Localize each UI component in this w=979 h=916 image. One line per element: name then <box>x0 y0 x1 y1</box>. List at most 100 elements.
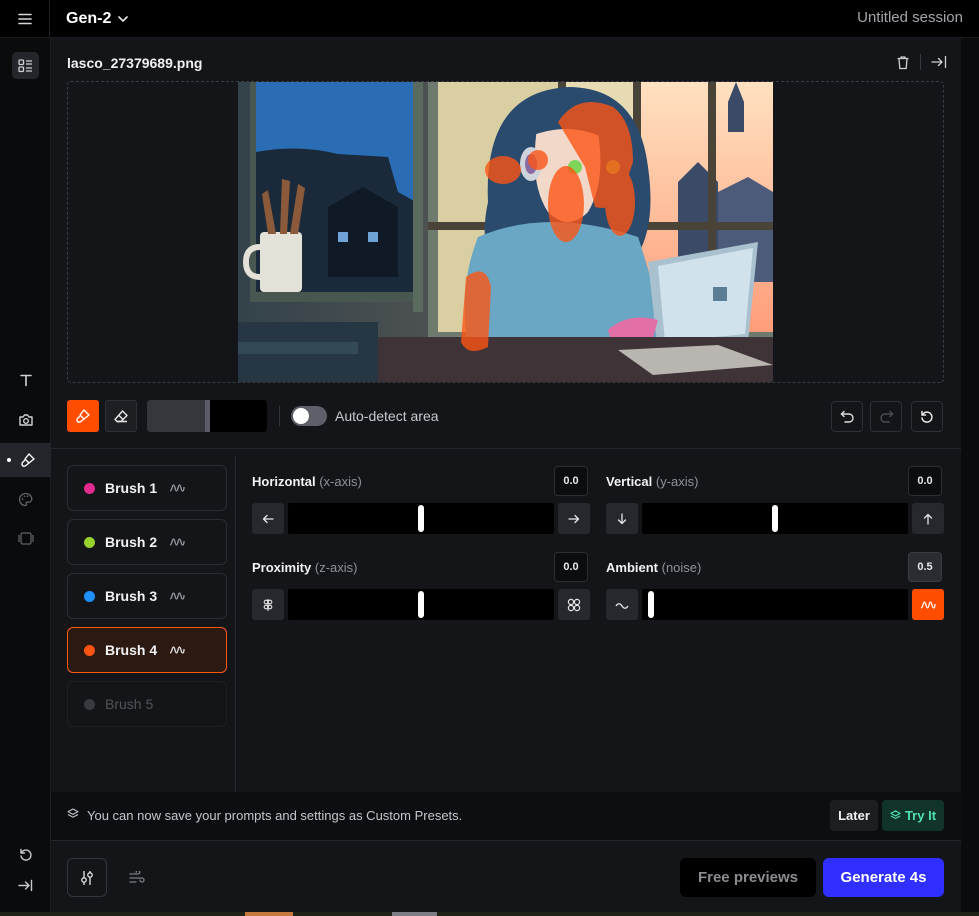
brush-item-4[interactable]: Brush 4 <box>67 627 227 673</box>
file-actions <box>896 54 947 70</box>
undo-button[interactable] <box>831 401 863 432</box>
brush-size-fill <box>147 400 207 432</box>
model-selector[interactable]: Gen-2 <box>66 10 129 28</box>
horizontal-slider[interactable] <box>288 503 554 534</box>
vertical-value-input[interactable]: 0.0 <box>908 466 942 496</box>
expand-circles-icon <box>567 598 581 611</box>
shrink-circles-icon <box>263 598 273 611</box>
active-indicator <box>7 458 11 462</box>
source-image[interactable] <box>238 82 773 382</box>
anime-girl-laptop-illustration <box>238 82 773 382</box>
brush-icon <box>20 453 35 467</box>
slider-thumb[interactable] <box>418 591 424 618</box>
undo-icon <box>840 410 854 423</box>
later-button[interactable]: Later <box>830 800 878 831</box>
divider <box>51 840 961 841</box>
notice-text: You can now save your prompts and settin… <box>87 808 463 823</box>
low-noise-button[interactable] <box>606 589 638 620</box>
layers-tool-button[interactable] <box>12 525 39 552</box>
auto-detect-label: Auto-detect area <box>335 408 439 424</box>
slider-thumb[interactable] <box>772 505 778 532</box>
toggle-knob <box>293 408 309 424</box>
hamburger-icon <box>17 13 32 24</box>
try-it-button[interactable]: Try It <box>882 800 944 831</box>
divider <box>51 448 961 449</box>
collapse-panel-icon[interactable] <box>931 55 947 69</box>
reset-rail-button[interactable] <box>12 841 39 868</box>
motion-wave-icon <box>169 644 185 656</box>
brush-size-handle[interactable] <box>205 400 210 432</box>
camera-tool-button[interactable] <box>12 406 39 433</box>
try-it-label: Try It <box>904 808 937 823</box>
motion-wave-icon <box>169 590 185 602</box>
scrollbar[interactable] <box>961 38 979 912</box>
motion-wave-icon <box>920 600 936 609</box>
brush-tool-button[interactable] <box>67 400 99 432</box>
move-farther-button[interactable] <box>558 589 590 620</box>
layers-icon <box>890 810 901 819</box>
eraser-tool-button[interactable] <box>105 400 137 432</box>
move-closer-button[interactable] <box>252 589 284 620</box>
divider <box>920 54 921 70</box>
expand-rail-button[interactable] <box>12 872 39 899</box>
file-name: lasco_27379689.png <box>67 55 203 71</box>
assets-button[interactable] <box>12 52 39 79</box>
motion-settings-button[interactable] <box>117 858 157 897</box>
divider <box>279 406 280 426</box>
eraser-icon <box>114 409 128 422</box>
tool-rail <box>0 38 51 912</box>
brush-label: Brush 1 <box>105 480 158 496</box>
arrow-right-icon <box>568 514 580 523</box>
motion-brush-panel: lasco_27379689.png Auto-detect area Brus… <box>51 38 961 912</box>
text-tool-button[interactable] <box>12 366 39 393</box>
image-canvas[interactable] <box>67 81 944 383</box>
ambient-slider[interactable] <box>642 589 908 620</box>
motion-brush-tool-button[interactable] <box>0 443 51 477</box>
horizontal-title: Horizontal (x-axis) <box>252 474 362 489</box>
bottom-strip <box>0 912 979 916</box>
move-right-button[interactable] <box>558 503 590 534</box>
reset-button[interactable] <box>911 401 943 432</box>
camera-icon <box>18 413 33 426</box>
auto-detect-toggle[interactable] <box>291 406 327 426</box>
arrow-up-icon <box>923 513 933 525</box>
arrow-down-icon <box>617 512 627 524</box>
move-up-button[interactable] <box>912 503 944 534</box>
proximity-slider[interactable] <box>288 589 554 620</box>
move-left-button[interactable] <box>252 503 284 534</box>
brush-color-dot <box>84 644 95 656</box>
brush-item-1[interactable]: Brush 1 <box>67 465 227 511</box>
proximity-value-input[interactable]: 0.0 <box>554 552 588 582</box>
high-noise-button[interactable] <box>912 589 944 620</box>
session-title[interactable]: Untitled session <box>857 9 963 26</box>
brush-item-5[interactable]: Brush 5 <box>67 681 227 727</box>
presets-notice: You can now save your prompts and settin… <box>51 792 961 840</box>
generate-button[interactable]: Generate 4s <box>823 858 944 897</box>
arrow-right-bar-icon <box>18 879 33 892</box>
chevron-down-icon <box>118 15 129 22</box>
redo-button[interactable] <box>870 401 902 432</box>
slider-thumb[interactable] <box>418 505 424 532</box>
brush-color-dot <box>84 698 95 710</box>
motion-wave-icon <box>169 482 185 494</box>
slider-thumb[interactable] <box>648 591 654 618</box>
menu-button[interactable] <box>0 0 50 38</box>
horizontal-value-input[interactable]: 0.0 <box>554 466 588 496</box>
palette-tool-button[interactable] <box>12 486 39 513</box>
brush-size-slider[interactable] <box>147 400 267 432</box>
move-down-button[interactable] <box>606 503 638 534</box>
ambient-value-input[interactable]: 0.5 <box>908 552 942 582</box>
redo-icon <box>879 410 893 423</box>
brush-color-dot <box>84 536 95 548</box>
brush-color-dot <box>84 590 95 602</box>
brush-label: Brush 5 <box>105 696 154 712</box>
top-bar: Gen-2 Untitled session <box>0 0 979 38</box>
brush-item-2[interactable]: Brush 2 <box>67 519 227 565</box>
free-previews-button[interactable]: Free previews <box>680 858 816 897</box>
arrow-left-icon <box>262 514 274 523</box>
vertical-slider[interactable] <box>642 503 908 534</box>
settings-button[interactable] <box>67 858 107 897</box>
tilde-wave-icon <box>615 602 629 609</box>
brush-item-3[interactable]: Brush 3 <box>67 573 227 619</box>
trash-icon[interactable] <box>896 55 910 70</box>
